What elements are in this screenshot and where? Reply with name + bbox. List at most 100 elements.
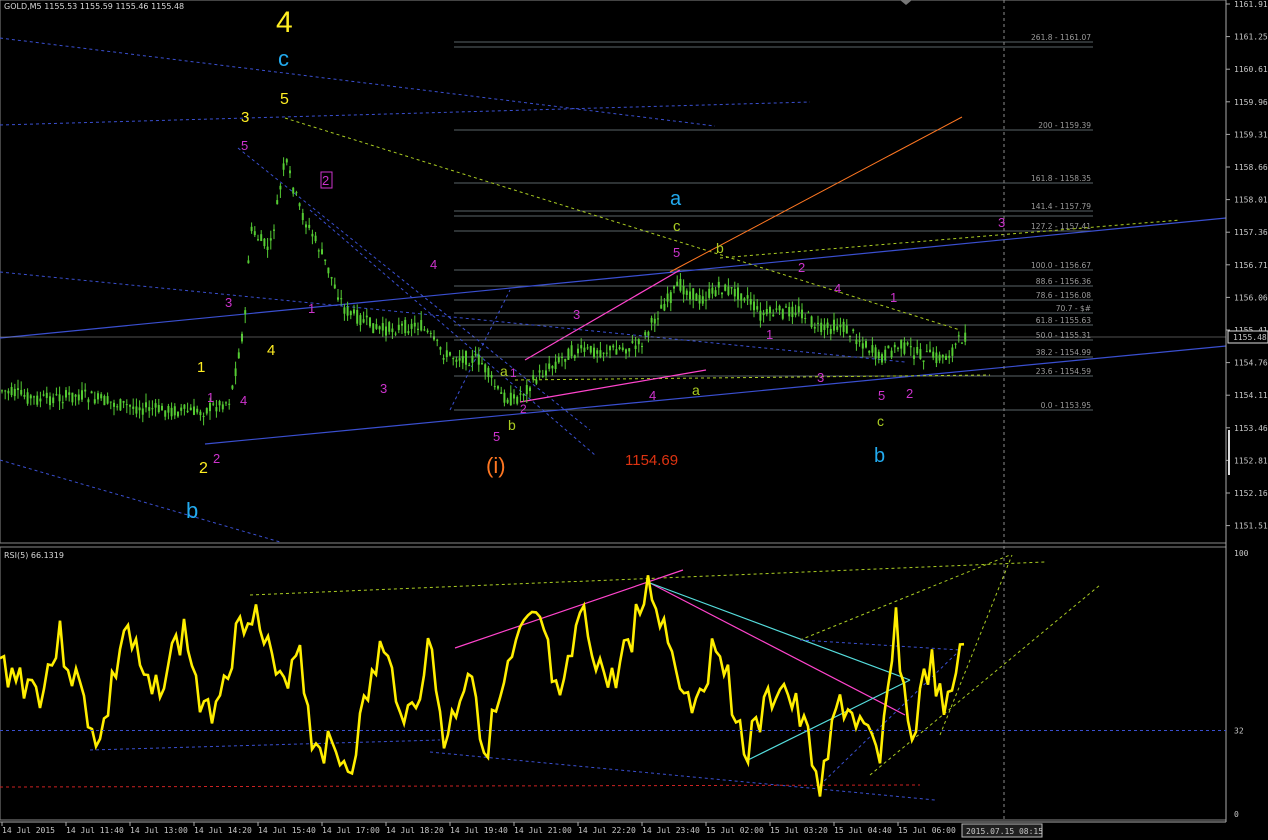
- candle-body: [183, 404, 186, 409]
- candle-body: [669, 292, 672, 303]
- chart-canvas[interactable]: 261.8 - 1161.07 200 - 1159.39 161.8 - 1158…: [0, 0, 1268, 840]
- candle-body: [49, 396, 51, 406]
- candle-body: [356, 310, 359, 324]
- candle-body: [545, 370, 547, 376]
- fib-level-label: 23.6 - 1154.59: [1036, 367, 1091, 376]
- fib-level-label: 50.0 - 1155.31: [1036, 331, 1091, 340]
- candle-body: [74, 394, 77, 397]
- candle-body: [378, 326, 381, 330]
- candle-body: [893, 344, 896, 348]
- candle-body: [653, 318, 656, 324]
- candle-body: [455, 359, 458, 362]
- candle-body: [740, 293, 743, 301]
- candle-body: [324, 259, 327, 262]
- candle-body: [663, 303, 666, 311]
- candle-body: [913, 355, 915, 359]
- wave-label-3-lower: 3: [380, 381, 387, 396]
- time-tick-label: 14 Jul 14:20: [194, 826, 252, 835]
- candle-body: [250, 226, 253, 232]
- fib-level-label: 61.8 - 1155.63: [1036, 316, 1091, 325]
- price-axis[interactable]: 1161.91 1161.25 1160.61 1159.96 1159.31 1158.…: [1225, 0, 1268, 822]
- candle-body: [826, 322, 829, 328]
- candle-body: [404, 319, 407, 334]
- candle-body: [769, 306, 771, 314]
- candle-body: [935, 352, 938, 364]
- candle-body: [874, 347, 877, 359]
- wave-label-4-magenta: 4: [240, 393, 247, 408]
- candle-body: [788, 306, 791, 317]
- price-tick-label: 1154.11: [1234, 391, 1268, 400]
- wave-label-2-right: 2: [798, 260, 805, 275]
- time-tick-label: 14 Jul 11:40: [66, 826, 124, 835]
- chart-window[interactable]: 261.8 - 1161.07 200 - 1159.39 161.8 - 1158…: [0, 0, 1268, 840]
- candle-body: [593, 347, 595, 358]
- candle-body: [833, 319, 835, 331]
- candle-body: [106, 396, 109, 404]
- candle-body: [205, 408, 208, 414]
- candle-body: [548, 363, 551, 369]
- candle-body: [810, 316, 813, 327]
- price-tick-label: 1152.16: [1234, 489, 1268, 498]
- candle-body: [516, 396, 519, 404]
- candle-body: [861, 343, 864, 349]
- candle-body: [749, 299, 752, 305]
- candle-body: [394, 333, 397, 335]
- axis-scale-handle[interactable]: [1228, 430, 1230, 475]
- candle-body: [711, 287, 714, 294]
- price-pane: [0, 0, 1227, 544]
- candle-body: [721, 292, 723, 295]
- wave-label-5-low: 5: [493, 429, 500, 444]
- candle-body: [148, 407, 151, 411]
- candle-body: [641, 346, 643, 348]
- candle-body: [929, 349, 931, 353]
- candle-body: [257, 239, 259, 241]
- candle-body: [804, 317, 807, 319]
- rsi-header: RSI(5) 66.1319: [4, 551, 64, 560]
- candle-body: [423, 329, 426, 331]
- time-tick-label: 14 Jul 13:00: [130, 826, 188, 835]
- candle-body: [634, 345, 637, 350]
- candle-body: [273, 229, 275, 231]
- candle-body: [445, 350, 448, 358]
- candle-body: [881, 354, 883, 363]
- candle-body: [695, 293, 698, 301]
- candle-body: [55, 394, 58, 396]
- candle-body: [468, 365, 471, 367]
- candle-body: [193, 406, 195, 415]
- candle-body: [353, 309, 355, 314]
- candle-body: [890, 350, 893, 358]
- candle-body: [916, 346, 919, 354]
- candle-body: [449, 352, 451, 356]
- wave-label-2-small: 2: [520, 402, 527, 416]
- candle-body: [461, 356, 464, 363]
- candle-body: [605, 352, 608, 354]
- price-note-1154-69: 1154.69: [625, 452, 678, 469]
- candle-body: [845, 325, 848, 334]
- wave-label-3-left: 3: [225, 295, 232, 310]
- candle-body: [743, 298, 746, 301]
- candle-body: [301, 212, 304, 221]
- candle-body: [849, 335, 851, 337]
- candle-body: [189, 407, 192, 411]
- candle-body: [487, 367, 490, 378]
- time-tick-label: 14 Jul 19:40: [450, 826, 508, 835]
- time-tick-label: 14 Jul 18:20: [386, 826, 444, 835]
- candle-body: [116, 406, 119, 408]
- candle-body: [311, 233, 314, 237]
- candle-body: [567, 348, 570, 360]
- candle-body: [497, 386, 499, 389]
- candle-body: [813, 327, 816, 329]
- candle-body: [247, 260, 250, 264]
- candle-body: [509, 392, 512, 406]
- candle-body: [337, 297, 339, 300]
- wave-label-5-top: 5: [673, 245, 680, 260]
- candle-body: [871, 345, 874, 353]
- candle-body: [292, 187, 295, 194]
- candle-body: [228, 403, 231, 405]
- candle-body: [68, 392, 71, 395]
- wave-label-3-right: 3: [817, 370, 824, 385]
- candle-body: [753, 301, 755, 311]
- candle-body: [858, 340, 861, 342]
- fib-level-label: 100.0 - 1156.67: [1031, 261, 1091, 270]
- candle-body: [321, 249, 323, 255]
